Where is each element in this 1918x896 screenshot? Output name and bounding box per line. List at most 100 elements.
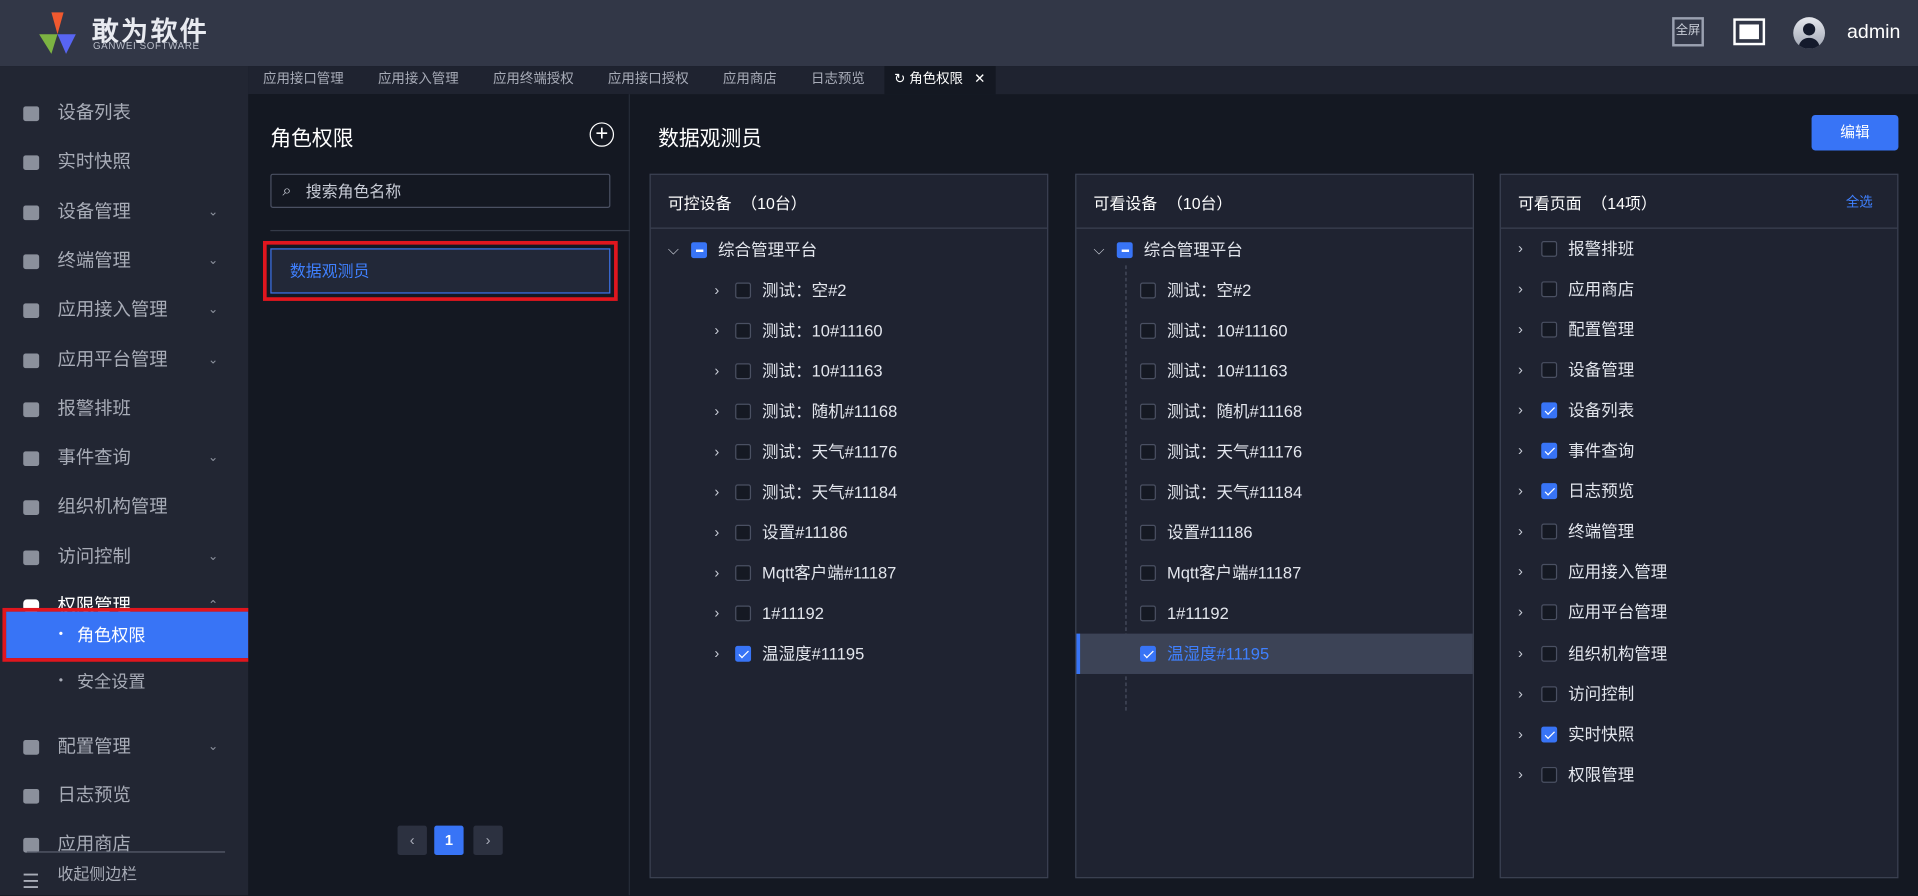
checkbox[interactable]	[735, 282, 752, 299]
chevron-right-icon[interactable]: ›	[714, 634, 719, 674]
tree-node[interactable]: 测试：10#11160	[1076, 311, 1472, 351]
tree-node[interactable]: › Mqtt客户端#11187	[651, 553, 1047, 593]
tree-node[interactable]: › 测试：随机#11168	[651, 392, 1047, 432]
tree-node[interactable]: › 1#11192	[651, 594, 1047, 634]
username[interactable]: admin	[1847, 22, 1900, 44]
page-button[interactable]: 1	[434, 825, 464, 856]
checkbox[interactable]	[735, 403, 752, 420]
chevron-right-icon[interactable]: ›	[1518, 512, 1523, 552]
sidebar-item[interactable]: 报警排班	[0, 388, 248, 432]
next-page-button[interactable]: ›	[473, 825, 503, 856]
tree-node[interactable]: › 配置管理	[1501, 310, 1897, 350]
checkbox[interactable]	[1541, 240, 1558, 257]
sidebar-item[interactable]: 终端管理 ⌄	[0, 240, 248, 284]
avatar[interactable]	[1793, 17, 1826, 49]
tree-node[interactable]: › 测试：天气#11176	[651, 432, 1047, 472]
chevron-right-icon[interactable]: ›	[1518, 229, 1523, 269]
checkbox-checked[interactable]	[1541, 726, 1558, 742]
checkbox-checked[interactable]	[735, 646, 752, 663]
tab-app-interface-auth[interactable]: 应用接口授权	[608, 66, 689, 94]
tree-node[interactable]: 设置#11186	[1076, 513, 1472, 553]
checkbox-checked[interactable]	[1541, 402, 1558, 419]
fullscreen-icon[interactable]	[1733, 18, 1766, 46]
chevron-right-icon[interactable]: ›	[714, 351, 719, 391]
edit-button[interactable]: 编辑	[1811, 114, 1899, 151]
chevron-right-icon[interactable]: ›	[1518, 350, 1523, 390]
role-search-input[interactable]	[303, 174, 597, 207]
tree-node[interactable]: › 报警排班	[1501, 229, 1897, 269]
tree-node[interactable]: 测试：空#2	[1076, 270, 1472, 310]
checkbox[interactable]	[1541, 321, 1558, 338]
tree-node[interactable]: 测试：天气#11176	[1076, 432, 1472, 472]
sidebar-item[interactable]: 设备管理 ⌄	[0, 190, 248, 234]
tree-node[interactable]: › 日志预览	[1501, 471, 1897, 511]
chevron-right-icon[interactable]: ›	[1518, 633, 1523, 673]
checkbox-checked[interactable]	[1140, 646, 1156, 663]
tab-log-preview[interactable]: 日志预览	[811, 66, 865, 94]
sidebar-item[interactable]: 应用接入管理 ⌄	[0, 289, 248, 333]
tab-app-access-management[interactable]: 应用接入管理	[378, 66, 459, 94]
tab-app-terminal-auth[interactable]: 应用终端授权	[493, 66, 574, 94]
checkbox[interactable]	[1541, 766, 1558, 783]
tree-node[interactable]: › 应用商店	[1501, 269, 1897, 309]
chevron-right-icon[interactable]: ›	[714, 553, 719, 593]
checkbox[interactable]	[735, 444, 752, 461]
chevron-right-icon[interactable]: ›	[714, 472, 719, 512]
checkbox[interactable]	[1541, 604, 1558, 621]
tree-node[interactable]: 测试：天气#11184	[1076, 472, 1472, 512]
tree-node[interactable]: 测试：随机#11168	[1076, 392, 1472, 432]
prev-page-button[interactable]: ‹	[397, 825, 427, 856]
collapse-sidebar-button[interactable]: ☰ 收起侧边栏	[0, 854, 248, 896]
checkbox[interactable]	[1541, 564, 1558, 581]
checkbox[interactable]	[735, 363, 752, 380]
tree-node[interactable]: › 访问控制	[1501, 673, 1897, 713]
chevron-right-icon[interactable]: ›	[1518, 754, 1523, 794]
checkbox[interactable]	[1541, 685, 1558, 702]
chevron-right-icon[interactable]: ›	[714, 270, 719, 310]
chevron-right-icon[interactable]: ›	[1518, 310, 1523, 350]
checkbox[interactable]	[1541, 362, 1558, 379]
tree-node[interactable]: › 测试：10#11160	[651, 311, 1047, 351]
checkbox-indeterminate[interactable]	[691, 242, 708, 259]
tree-node[interactable]: › 应用接入管理	[1501, 552, 1897, 592]
tree-node[interactable]: › 终端管理	[1501, 512, 1897, 552]
tree-root[interactable]: ⌵ 综合管理平台	[651, 230, 1047, 270]
tree-node[interactable]: › 测试：空#2	[651, 270, 1047, 310]
chevron-right-icon[interactable]: ›	[1518, 390, 1523, 430]
chevron-right-icon[interactable]: ›	[1518, 269, 1523, 309]
tree-node[interactable]: 温湿度#11195	[1076, 634, 1473, 675]
chevron-right-icon[interactable]: ›	[714, 432, 719, 472]
tree-node[interactable]: 测试：10#11163	[1076, 351, 1472, 391]
sidebar-item[interactable]: 设备列表	[0, 92, 248, 136]
chevron-right-icon[interactable]: ›	[714, 392, 719, 432]
tree-node[interactable]: › 应用平台管理	[1501, 593, 1897, 633]
chevron-right-icon[interactable]: ›	[1518, 552, 1523, 592]
checkbox[interactable]	[735, 322, 752, 339]
tab-app-store[interactable]: 应用商店	[723, 66, 777, 94]
chevron-right-icon[interactable]: ›	[1518, 431, 1523, 471]
checkbox[interactable]	[1541, 523, 1558, 540]
tab-app-interface-management[interactable]: 应用接口管理	[263, 66, 344, 94]
checkbox[interactable]	[735, 484, 752, 501]
chevron-right-icon[interactable]: ›	[1518, 673, 1523, 713]
checkbox[interactable]	[1541, 645, 1558, 662]
fullscreen-text-button[interactable]: 全屏	[1672, 17, 1704, 47]
tree-node[interactable]: › 权限管理	[1501, 754, 1897, 794]
sidebar-item[interactable]: 日志预览	[0, 774, 248, 818]
checkbox-indeterminate[interactable]	[1116, 242, 1133, 259]
sidebar-item[interactable]: 实时快照	[0, 141, 248, 185]
tree-node[interactable]: Mqtt客户端#11187	[1076, 553, 1472, 593]
chevron-right-icon[interactable]: ›	[714, 311, 719, 351]
chevron-right-icon[interactable]: ›	[714, 594, 719, 634]
checkbox[interactable]	[1140, 484, 1156, 501]
sidebar-item[interactable]: 组织机构管理	[0, 486, 248, 530]
checkbox-checked[interactable]	[1541, 483, 1558, 500]
tree-node[interactable]: › 设置#11186	[651, 513, 1047, 553]
tree-node[interactable]: › 测试：10#11163	[651, 351, 1047, 391]
tree-node[interactable]: › 事件查询	[1501, 431, 1897, 471]
chevron-down-icon[interactable]: ⌵	[668, 230, 679, 270]
close-icon[interactable]: ✕	[974, 72, 985, 87]
tree-node[interactable]: › 设备管理	[1501, 350, 1897, 390]
chevron-right-icon[interactable]: ›	[1518, 471, 1523, 511]
chevron-right-icon[interactable]: ›	[1518, 593, 1523, 633]
